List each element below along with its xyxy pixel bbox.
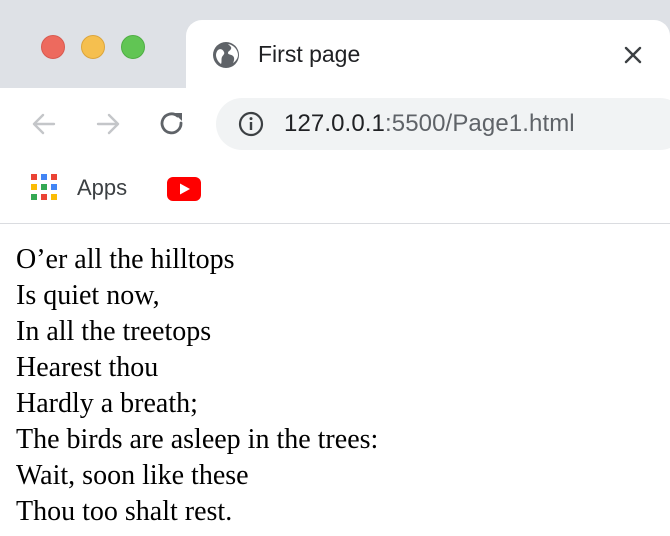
url-host: 127.0.0.1 — [284, 110, 385, 137]
poem-line: Wait, soon like these — [16, 460, 249, 491]
arrow-left-icon[interactable] — [28, 108, 60, 140]
poem-line: In all the treetops — [16, 316, 212, 347]
bookmarks-bar: Apps — [0, 160, 670, 224]
poem-line: O’er all the hilltops — [16, 244, 235, 275]
window-close-button[interactable] — [41, 35, 65, 59]
poem-line: Is quiet now, — [16, 280, 160, 311]
tab-title: First page — [258, 41, 361, 67]
tab-first-page[interactable]: First page — [186, 20, 670, 88]
apps-bookmark[interactable]: Apps — [77, 174, 127, 202]
poem-line: Hearest thou — [16, 352, 159, 383]
arrow-right-icon[interactable] — [92, 108, 124, 140]
reload-icon[interactable] — [156, 108, 188, 140]
poem-line: Thou too shalt rest. — [16, 496, 233, 527]
window-minimize-button[interactable] — [81, 35, 105, 59]
youtube-icon[interactable] — [167, 177, 201, 201]
url-path: :5500/Page1.html — [385, 110, 575, 137]
url-text: 127.0.0.1:5500/Page1.html — [284, 109, 575, 139]
info-icon[interactable] — [238, 111, 264, 137]
close-icon[interactable] — [622, 44, 644, 66]
tab-strip: First page — [0, 0, 670, 88]
poem-line: Hardly a breath; — [16, 388, 198, 419]
window-zoom-button[interactable] — [121, 35, 145, 59]
apps-grid-icon[interactable] — [31, 174, 57, 200]
poem-line: The birds are asleep in the trees: — [16, 424, 379, 455]
page-content: O’er all the hilltops Is quiet now, In a… — [16, 242, 656, 530]
browser-toolbar: 127.0.0.1:5500/Page1.html — [0, 88, 670, 160]
address-bar[interactable]: 127.0.0.1:5500/Page1.html — [216, 98, 670, 150]
globe-icon — [213, 42, 239, 68]
